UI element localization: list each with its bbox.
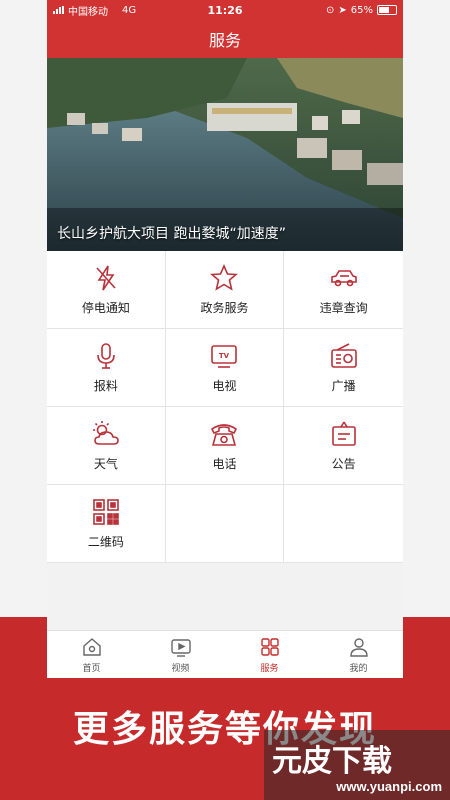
tab-label: 我的 bbox=[349, 664, 368, 674]
lock-rotation-icon: ⊙ bbox=[325, 4, 335, 16]
page-title: 服务 bbox=[47, 20, 403, 58]
service-label: 二维码 bbox=[87, 535, 124, 549]
radio-icon bbox=[330, 343, 357, 368]
watermark: 元皮下载 www.yuanpi.com bbox=[264, 730, 450, 800]
tab-label: 首页 bbox=[82, 664, 101, 674]
tv-icon: TV bbox=[211, 345, 238, 368]
video-icon bbox=[170, 639, 191, 657]
service-label: 政务服务 bbox=[200, 301, 249, 315]
svg-text:TV: TV bbox=[219, 352, 230, 360]
service-telephone[interactable]: 电话 bbox=[165, 407, 285, 485]
watermark-url: www.yuanpi.com bbox=[336, 779, 442, 794]
service-label: 电视 bbox=[212, 379, 237, 393]
service-news-tip[interactable]: 报料 bbox=[47, 329, 166, 407]
service-weather[interactable]: 天气 bbox=[47, 407, 166, 485]
service-label: 电话 bbox=[212, 457, 237, 471]
banner-caption: 长山乡护航大项目 跑出婺城“加速度” bbox=[57, 226, 286, 242]
service-radio[interactable]: 广播 bbox=[284, 329, 403, 407]
empty-cell bbox=[165, 485, 285, 563]
empty-cell bbox=[284, 485, 403, 563]
service-traffic-violation[interactable]: 违章查询 bbox=[284, 251, 403, 329]
service-power-outage[interactable]: 停电通知 bbox=[47, 251, 166, 329]
location-icon: ➤ bbox=[338, 4, 347, 16]
service-qrcode[interactable]: 二维码 bbox=[47, 485, 166, 563]
star-icon bbox=[210, 264, 239, 291]
bottom-tab-bar: 首页 视频 服务 我的 bbox=[47, 630, 403, 678]
service-notice[interactable]: 公告 bbox=[284, 407, 403, 485]
telephone-icon bbox=[211, 424, 238, 446]
service-label: 违章查询 bbox=[319, 301, 368, 315]
qrcode-icon bbox=[93, 499, 119, 525]
tab-services[interactable]: 服务 bbox=[225, 631, 314, 678]
phone-screen: 中国移动 4G 11:26 ⊙ ➤ 65% 服务 长山乡护航大项目 跑出婺城“加… bbox=[47, 0, 403, 678]
service-label: 天气 bbox=[93, 457, 118, 471]
weather-icon bbox=[92, 421, 119, 445]
service-label: 报料 bbox=[93, 379, 118, 393]
tab-me[interactable]: 我的 bbox=[314, 631, 403, 678]
tab-label: 视频 bbox=[171, 664, 190, 674]
banner-carousel[interactable]: 长山乡护航大项目 跑出婺城“加速度” bbox=[47, 58, 403, 251]
service-government[interactable]: 政务服务 bbox=[165, 251, 285, 329]
tab-video[interactable]: 视频 bbox=[136, 631, 225, 678]
car-icon bbox=[330, 270, 357, 287]
battery-percent: 65% bbox=[350, 4, 373, 16]
home-icon bbox=[82, 638, 101, 656]
watermark-brand: 元皮下载 bbox=[272, 744, 392, 779]
status-bar: 中国移动 4G 11:26 ⊙ ➤ 65% bbox=[47, 0, 403, 20]
notice-icon bbox=[331, 421, 356, 446]
service-label: 广播 bbox=[331, 379, 356, 393]
battery-icon bbox=[377, 5, 397, 15]
lightning-off-icon bbox=[96, 265, 116, 291]
service-label: 公告 bbox=[331, 457, 356, 471]
service-label: 停电通知 bbox=[81, 301, 130, 315]
service-tv[interactable]: TV 电视 bbox=[165, 329, 285, 407]
tab-label: 服务 bbox=[260, 664, 279, 674]
grid-icon bbox=[260, 638, 279, 656]
user-icon bbox=[349, 638, 368, 657]
microphone-icon bbox=[97, 343, 115, 369]
tab-home[interactable]: 首页 bbox=[47, 631, 136, 678]
service-grid: 停电通知 政务服务 违章查询 报料 TV 电视 广播 天气 电话 公告 二维码 bbox=[47, 251, 403, 563]
